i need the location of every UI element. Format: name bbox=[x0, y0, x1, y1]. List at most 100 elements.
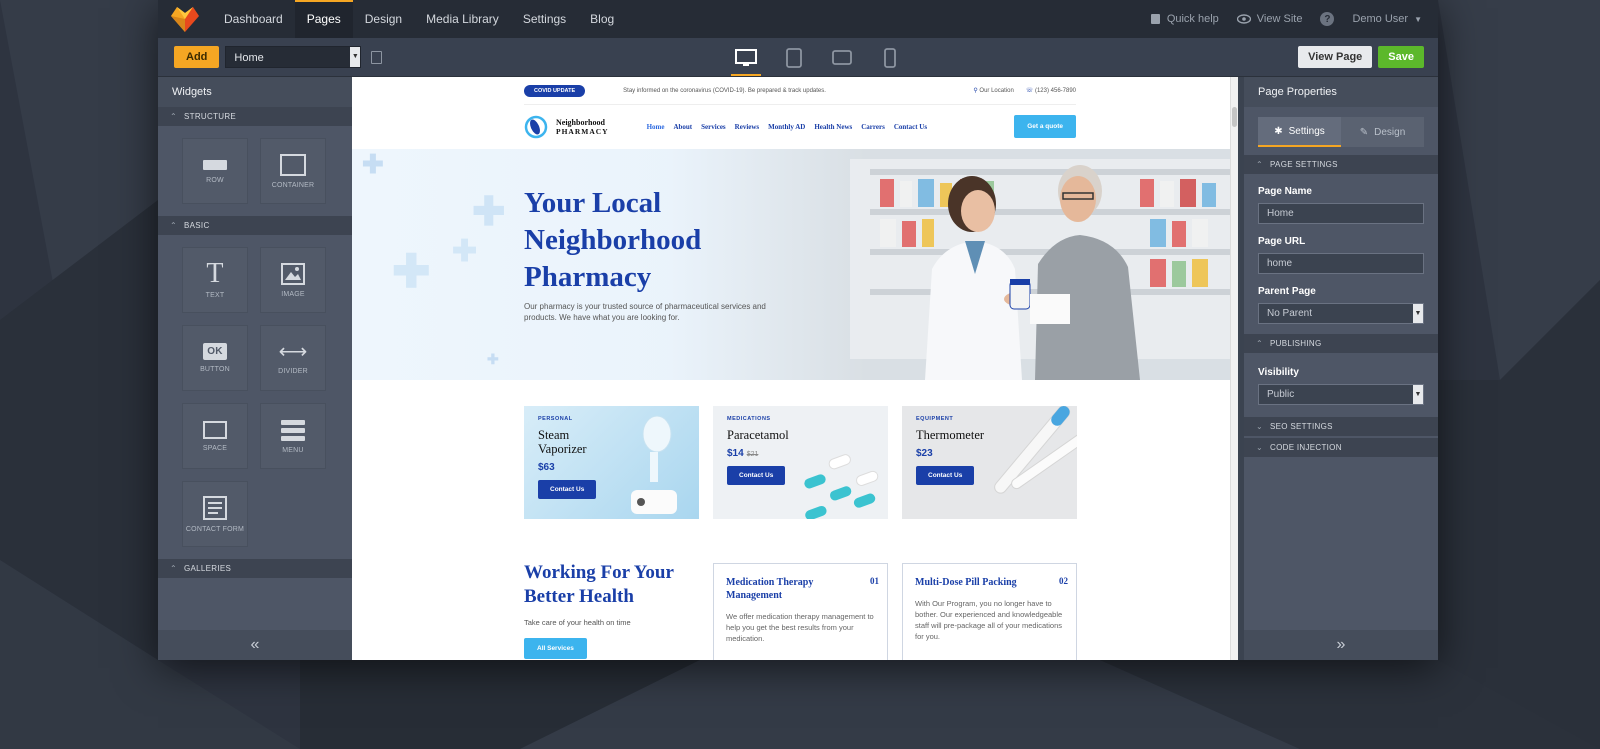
scrollbar-thumb[interactable] bbox=[1232, 107, 1237, 127]
all-services-button[interactable]: All Services bbox=[524, 638, 587, 659]
tab-design[interactable]: ✎ Design bbox=[1341, 117, 1424, 147]
section-basic[interactable]: ⌃ BASIC bbox=[158, 216, 352, 235]
site-nav-services[interactable]: Services bbox=[701, 123, 726, 131]
hero-subtitle: Our pharmacy is your trusted source of p… bbox=[524, 302, 766, 322]
collapse-right-panel-button[interactable]: » bbox=[1244, 630, 1438, 660]
contact-us-button[interactable]: Contact Us bbox=[727, 466, 786, 485]
site-nav-health-news[interactable]: Health News bbox=[814, 123, 852, 131]
widget-space[interactable]: SPACE bbox=[182, 403, 248, 469]
nav-settings[interactable]: Settings bbox=[511, 0, 578, 38]
page-name-field[interactable]: Home bbox=[1258, 203, 1424, 224]
visibility-label: Visibility bbox=[1258, 367, 1299, 378]
collapse-icon: ⌃ bbox=[170, 221, 178, 230]
widget-row[interactable]: ROW bbox=[182, 138, 248, 204]
widget-divider[interactable]: ⟷ DIVIDER bbox=[260, 325, 326, 391]
widget-text[interactable]: T TEXT bbox=[182, 247, 248, 313]
covid-badge[interactable]: COVID UPDATE bbox=[524, 84, 586, 97]
section-publishing[interactable]: ⌃ PUBLISHING bbox=[1244, 334, 1438, 353]
tablet-landscape-icon bbox=[832, 50, 852, 65]
site-nav-reviews[interactable]: Reviews bbox=[735, 123, 760, 131]
mobile-view-button[interactable] bbox=[872, 43, 908, 73]
widget-image[interactable]: IMAGE bbox=[260, 247, 326, 313]
location-link[interactable]: ⚲ Our Location bbox=[973, 87, 1013, 94]
visibility-select[interactable]: Public ▼ bbox=[1258, 384, 1424, 405]
visibility-value: Public bbox=[1267, 389, 1295, 400]
widget-menu[interactable]: MENU bbox=[260, 403, 326, 469]
vaporizer-image bbox=[631, 415, 677, 514]
section-code-injection[interactable]: ⌄ CODE INJECTION bbox=[1244, 438, 1438, 457]
site-nav-carrers[interactable]: Carrers bbox=[861, 123, 885, 131]
page-copy-icon[interactable] bbox=[371, 50, 383, 64]
page-name-label: Page Name bbox=[1258, 186, 1312, 197]
nav-pages[interactable]: Pages bbox=[294, 0, 353, 38]
covid-bar: COVID UPDATE Stay informed on the corona… bbox=[524, 77, 1076, 104]
pills-image bbox=[804, 454, 879, 519]
widget-button[interactable]: OK BUTTON bbox=[182, 325, 248, 391]
add-button[interactable]: Add bbox=[174, 46, 220, 68]
page-canvas[interactable]: COVID UPDATE Stay informed on the corona… bbox=[352, 77, 1238, 660]
contact-us-button[interactable]: Contact Us bbox=[538, 480, 597, 499]
tablet-landscape-view-button[interactable] bbox=[824, 43, 860, 73]
site-nav-about[interactable]: About bbox=[673, 123, 692, 131]
cross-icon: ✚ bbox=[452, 235, 478, 268]
button-icon: OK bbox=[203, 343, 227, 360]
nav-blog[interactable]: Blog bbox=[578, 0, 626, 38]
tablet-view-button[interactable] bbox=[776, 43, 812, 73]
product-name: Steam Vaporizer bbox=[538, 428, 587, 456]
quick-help-link[interactable]: Quick help bbox=[1150, 13, 1219, 25]
page-properties-panel: Page Properties ✱ Settings ✎ Design ⌃ PAGE … bbox=[1244, 77, 1438, 660]
collapse-icon: ⌃ bbox=[1256, 160, 1264, 169]
app-logo[interactable] bbox=[158, 0, 212, 38]
collapse-icon: ⌃ bbox=[1256, 339, 1264, 348]
device-switcher bbox=[728, 38, 908, 77]
section-seo-settings[interactable]: ⌄ SEO SETTINGS bbox=[1244, 417, 1438, 436]
site-nav-contact[interactable]: Contact Us bbox=[894, 123, 927, 131]
service-number: 02 bbox=[1059, 576, 1068, 586]
desktop-view-button[interactable] bbox=[728, 43, 764, 76]
phone-link[interactable]: ☏ (123) 456-7890 bbox=[1026, 87, 1076, 94]
top-navbar: Dashboard Pages Design Media Library Setting… bbox=[158, 0, 1438, 38]
view-site-label: View Site bbox=[1256, 13, 1303, 25]
collapse-left-panel-button[interactable]: « bbox=[158, 630, 352, 660]
parent-page-select[interactable]: No Parent ▼ bbox=[1258, 303, 1424, 324]
section-label: PAGE SETTINGS bbox=[1270, 160, 1338, 169]
hero-section: ✚ ✚ ✚ ✚ ✚ Your Local Neighborhood Pharma… bbox=[352, 149, 1230, 380]
page-select[interactable]: Home ▼ bbox=[225, 46, 362, 68]
contact-us-button[interactable]: Contact Us bbox=[916, 466, 975, 485]
widget-container[interactable]: CONTAINER bbox=[260, 138, 326, 204]
site-nav-home[interactable]: Home bbox=[647, 123, 665, 131]
canvas-scrollbar[interactable] bbox=[1230, 77, 1238, 660]
help-button[interactable]: ? bbox=[1320, 12, 1335, 26]
collapse-icon: ⌃ bbox=[170, 112, 178, 121]
nav-dashboard[interactable]: Dashboard bbox=[212, 0, 295, 38]
site-nav-monthly-ad[interactable]: Monthly AD bbox=[768, 123, 805, 131]
save-button[interactable]: Save bbox=[1378, 46, 1424, 68]
parent-page-label: Parent Page bbox=[1258, 286, 1316, 297]
widget-label: ROW bbox=[206, 176, 224, 184]
view-site-link[interactable]: View Site bbox=[1236, 13, 1303, 25]
view-page-button[interactable]: View Page bbox=[1298, 46, 1373, 68]
section-galleries[interactable]: ⌃ GALLERIES bbox=[158, 559, 352, 578]
menu-icon bbox=[281, 419, 305, 441]
pin-icon: ⚲ bbox=[973, 88, 978, 94]
site-brand[interactable]: Neighborhood PHARMACY bbox=[524, 115, 609, 139]
section-label: CODE INJECTION bbox=[1270, 443, 1342, 452]
nav-design[interactable]: Design bbox=[353, 0, 414, 38]
product-category: MEDICATIONS bbox=[727, 416, 771, 422]
get-quote-button[interactable]: Get a quote bbox=[1014, 115, 1076, 138]
editor-toolbar: Add Home ▼ View Page Save bbox=[158, 38, 1438, 77]
user-menu[interactable]: Demo User ▼ bbox=[1352, 13, 1422, 25]
phone-icon: ☏ bbox=[1025, 88, 1034, 94]
section-structure[interactable]: ⌃ STRUCTURE bbox=[158, 107, 352, 126]
page-url-field[interactable]: home bbox=[1258, 253, 1424, 274]
nav-media-library[interactable]: Media Library bbox=[414, 0, 511, 38]
widget-contact-form[interactable]: CONTACT FORM bbox=[182, 481, 248, 547]
tab-settings[interactable]: ✱ Settings bbox=[1258, 117, 1341, 147]
row-icon bbox=[203, 159, 227, 170]
basic-widgets: T TEXT IMAGE OK BUTTON ⟷ DIVIDER SPACE M… bbox=[158, 235, 352, 559]
widget-label: DIVIDER bbox=[278, 367, 308, 375]
section-page-settings[interactable]: ⌃ PAGE SETTINGS bbox=[1244, 155, 1438, 174]
page-select-value: Home bbox=[234, 52, 264, 64]
section-label: STRUCTURE bbox=[184, 112, 237, 121]
space-icon bbox=[203, 420, 227, 439]
